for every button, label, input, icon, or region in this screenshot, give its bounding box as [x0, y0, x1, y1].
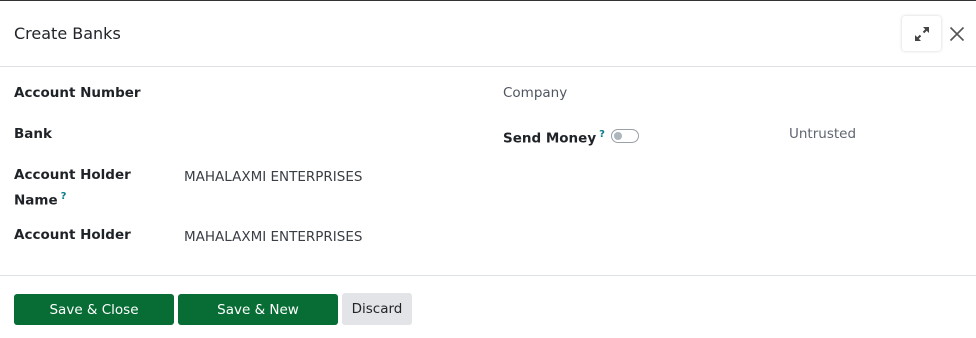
discard-button[interactable]: Discard — [342, 293, 412, 325]
account-holder-label: Account Holder — [14, 227, 131, 243]
send-money-status: Untrusted — [789, 126, 857, 142]
toggle-knob — [614, 132, 622, 140]
help-tooltip-icon[interactable]: ? — [61, 191, 67, 202]
expand-icon — [914, 26, 929, 41]
account-holder-name-label: Account Holder Name? — [14, 165, 131, 212]
account-holder-name-label-line1: Account Holder — [14, 167, 131, 183]
dialog-header: Create Banks — [0, 1, 976, 67]
dialog-title: Create Banks — [14, 24, 121, 43]
send-money-label-text: Send Money — [503, 130, 597, 147]
account-number-label: Account Number — [14, 85, 141, 101]
dialog-footer: Save & Close Save & New Discard — [0, 275, 976, 338]
account-holder-name-label-line2: Name — [14, 192, 58, 209]
close-icon — [949, 26, 965, 42]
help-tooltip-icon[interactable]: ? — [599, 129, 605, 140]
company-label: Company — [503, 85, 568, 101]
create-banks-dialog: Create Banks Account Number Bank Account… — [0, 0, 976, 338]
save-close-button[interactable]: Save & Close — [14, 294, 174, 325]
bank-label: Bank — [14, 126, 52, 142]
send-money-label: Send Money? — [503, 124, 605, 150]
expand-button[interactable] — [902, 16, 941, 51]
account-holder-name-field[interactable]: MAHALAXMI ENTERPRISES — [184, 167, 362, 188]
account-holder-field[interactable]: MAHALAXMI ENTERPRISES — [184, 227, 362, 248]
close-button[interactable] — [946, 23, 968, 45]
save-new-button[interactable]: Save & New — [178, 294, 338, 325]
send-money-toggle[interactable] — [611, 129, 639, 143]
